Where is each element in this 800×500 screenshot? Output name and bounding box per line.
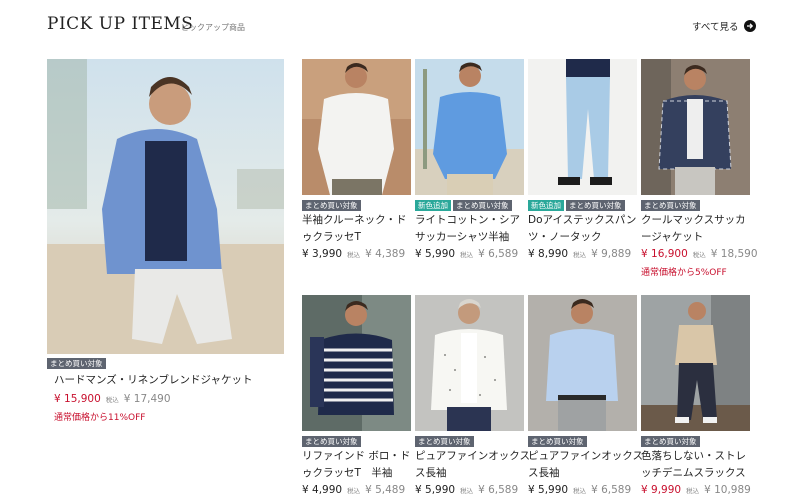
tax-label: 税込: [105, 396, 119, 404]
price: ¥ 4,990: [302, 484, 343, 496]
section-title: PICK UP ITEMS: [47, 14, 194, 34]
product-name-line: ピュアファインオックス: [415, 450, 530, 462]
product-name-line: クールマックスサッカ: [641, 214, 746, 226]
price: ¥ 5,990: [415, 248, 456, 260]
product-name-line: ージャケット: [641, 231, 704, 243]
badge: 新色追加: [528, 200, 564, 211]
price-row: ¥ 5,990 税込 ¥ 6,589: [415, 484, 518, 496]
product-name-line: 色落ちしない・ストレ: [641, 450, 746, 462]
product-image[interactable]: [415, 295, 524, 431]
featured-badges: まとめ買い対象: [47, 358, 106, 369]
product-image[interactable]: [641, 59, 750, 195]
badge: まとめ買い対象: [47, 358, 106, 369]
product-badges: まとめ買い対象: [302, 436, 361, 447]
badge: まとめ買い対象: [415, 436, 474, 447]
discount-text: 通常価格から5%OFF: [641, 268, 727, 278]
product-image[interactable]: [641, 295, 750, 431]
price: ¥ 5,990: [528, 484, 569, 496]
original-price: ¥ 4,389: [365, 248, 406, 260]
see-all-label: すべて見る: [692, 22, 739, 33]
product-name-line: 半袖クルーネック・ド: [302, 214, 407, 226]
product-badges: まとめ買い対象: [641, 200, 700, 211]
featured-price-row: ¥ 15,900 税込 ¥ 17,490: [54, 393, 171, 405]
product-name-line: ッチデニムスラックス: [641, 467, 746, 479]
badge: まとめ買い対象: [302, 436, 361, 447]
price: ¥ 16,900: [641, 248, 688, 260]
tax-label: 税込: [460, 251, 474, 259]
product-name-line: リファインド ボロ・ド: [302, 450, 411, 462]
product-name[interactable]: 半袖クルーネック・ド ゥクラッセT: [302, 212, 406, 246]
product-badges: まとめ買い対象: [528, 436, 587, 447]
original-price: ¥ 6,589: [478, 248, 519, 260]
tax-label: 税込: [692, 251, 706, 259]
product-name[interactable]: ピュアファインオックス ス長袖: [415, 448, 530, 482]
product-name-line: ゥクラッセT: [302, 231, 361, 243]
original-price: ¥ 10,989: [704, 484, 751, 496]
badge: 新色追加: [415, 200, 451, 211]
product-name[interactable]: ピュアファインオックス ス長袖: [528, 448, 643, 482]
badge: まとめ買い対象: [641, 436, 700, 447]
tax-label: 税込: [460, 487, 474, 495]
price: ¥ 9,990: [641, 484, 682, 496]
product-badges: まとめ買い対象: [302, 200, 361, 211]
tax-label: 税込: [573, 487, 587, 495]
price: ¥ 3,990: [302, 248, 343, 260]
product-name-line: ピュアファインオックス: [528, 450, 643, 462]
product-name[interactable]: リファインド ボロ・ド ゥクラッセT 半袖: [302, 448, 410, 482]
product-name[interactable]: 色落ちしない・ストレ ッチデニムスラックス: [641, 448, 746, 482]
price-row: ¥ 5,990 税込 ¥ 6,589: [415, 248, 518, 260]
original-price: ¥ 17,490: [123, 393, 171, 405]
tax-label: 税込: [686, 487, 700, 495]
see-all-link[interactable]: すべて見る: [692, 19, 757, 33]
badge: まとめ買い対象: [528, 436, 587, 447]
price-row: ¥ 5,990 税込 ¥ 6,589: [528, 484, 631, 496]
product-name[interactable]: クールマックスサッカ ージャケット: [641, 212, 746, 246]
original-price: ¥ 9,889: [591, 248, 632, 260]
price: ¥ 8,990: [528, 248, 569, 260]
original-price: ¥ 6,589: [478, 484, 519, 496]
original-price: ¥ 6,589: [591, 484, 632, 496]
price-row: ¥ 4,990 税込 ¥ 5,489: [302, 484, 405, 496]
product-image[interactable]: [528, 59, 637, 195]
badge: まとめ買い対象: [566, 200, 625, 211]
discount-text: 通常価格から11%OFF: [54, 413, 146, 423]
tax-label: 税込: [347, 487, 361, 495]
badge: まとめ買い対象: [302, 200, 361, 211]
product-name-line: ス長袖: [415, 467, 447, 479]
product-image[interactable]: [415, 59, 524, 195]
product-name-line: ツ・ノータック: [528, 231, 602, 243]
product-badges: まとめ買い対象: [415, 436, 474, 447]
price-row: ¥ 9,990 税込 ¥ 10,989: [641, 484, 751, 496]
product-badges: 新色追加 まとめ買い対象: [415, 200, 512, 211]
arrow-right-icon: [744, 20, 757, 32]
section-subtitle: ピックアップ商品: [181, 23, 245, 32]
product-name-line: ス長袖: [528, 467, 560, 479]
badge: まとめ買い対象: [453, 200, 512, 211]
product-name[interactable]: Doアイステックスパン ツ・ノータック: [528, 212, 636, 246]
product-image[interactable]: [528, 295, 637, 431]
product-image[interactable]: [302, 295, 411, 431]
product-name-line: サッカーシャツ半袖: [415, 231, 510, 243]
badge: まとめ買い対象: [641, 200, 700, 211]
product-name-line: Doアイステックスパン: [528, 214, 637, 226]
price: ¥ 15,900: [54, 393, 101, 405]
price-row: ¥ 16,900 税込 ¥ 18,590: [641, 248, 758, 260]
tax-label: 税込: [573, 251, 587, 259]
product-name[interactable]: ライトコットン・シア サッカーシャツ半袖: [415, 212, 520, 246]
original-price: ¥ 18,590: [710, 248, 758, 260]
price-row: ¥ 3,990 税込 ¥ 4,389: [302, 248, 405, 260]
product-name-line: ゥクラッセT 半袖: [302, 467, 393, 479]
featured-product-name[interactable]: ハードマンズ・リネンブレンドジャケット: [54, 372, 252, 389]
product-badges: 新色追加 まとめ買い対象: [528, 200, 625, 211]
tax-label: 税込: [347, 251, 361, 259]
price-row: ¥ 8,990 税込 ¥ 9,889: [528, 248, 631, 260]
featured-product-image[interactable]: [47, 59, 284, 354]
product-name-line: ライトコットン・シア: [415, 214, 520, 226]
original-price: ¥ 5,489: [365, 484, 406, 496]
price: ¥ 5,990: [415, 484, 456, 496]
product-image[interactable]: [302, 59, 411, 195]
product-badges: まとめ買い対象: [641, 436, 700, 447]
